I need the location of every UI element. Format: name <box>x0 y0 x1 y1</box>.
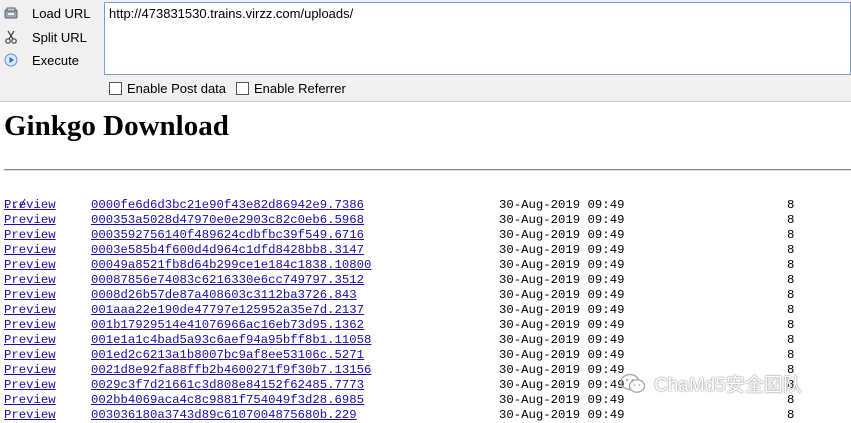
watermark: ChaMd5安全团队 <box>620 370 802 397</box>
preview-link[interactable]: Preview <box>4 303 56 318</box>
file-size: 8 <box>787 303 795 317</box>
file-name-link[interactable]: 0021d8e92fa88ffb2b4600271f9f30b7.13156 <box>91 363 371 378</box>
file-date: 30-Aug-2019 09:49 <box>499 303 625 317</box>
preview-link[interactable]: Preview <box>4 213 56 228</box>
file-date: 30-Aug-2019 09:49 <box>499 243 625 257</box>
enable-referrer-checkbox[interactable] <box>236 82 249 95</box>
execute-icon <box>4 53 18 67</box>
preview-link[interactable]: Preview <box>4 243 56 258</box>
file-name-link[interactable]: 001aaa22e190de47797e125952a35e7d.2137 <box>91 303 364 318</box>
file-name-link[interactable]: 0003592756140f489624cdbfbc39f549.6716 <box>91 228 364 243</box>
file-date: 30-Aug-2019 09:49 <box>499 333 625 347</box>
file-date: 30-Aug-2019 09:49 <box>499 378 625 392</box>
execute-label: Execute <box>32 52 79 68</box>
file-row: Preview 003036180a3743d89c6107004875680b.… <box>4 408 794 423</box>
wechat-icon <box>620 373 646 395</box>
preview-link[interactable]: Preview <box>4 228 56 243</box>
preview-link[interactable]: Preview <box>4 363 56 378</box>
file-size: 8 <box>787 198 795 212</box>
file-row: Preview 002bb4069aca4c8c9881f754049f3d28.… <box>4 393 794 408</box>
file-size: 8 <box>787 243 795 257</box>
preview-link[interactable]: Preview <box>4 273 56 288</box>
file-date: 30-Aug-2019 09:49 <box>499 348 625 362</box>
file-name-link[interactable]: 000353a5028d47970e0e2903c82c0eb6.5968 <box>91 213 364 228</box>
file-row: Preview 001aaa22e190de47797e125952a35e7d.… <box>4 303 794 318</box>
file-name-link[interactable]: 00087856e74083c6216330e6cc749797.3512 <box>91 273 364 288</box>
split-url-label: Split URL <box>32 29 87 45</box>
file-size: 8 <box>787 333 795 347</box>
file-row: Preview 00087856e74083c6216330e6cc749797.… <box>4 273 794 288</box>
file-row: Preview 0003e585b4f600d4d964c1dfd8428bb8.… <box>4 243 794 258</box>
preview-link[interactable]: Preview <box>4 288 56 303</box>
file-row: Preview 0021d8e92fa88ffb2b4600271f9f30b7.… <box>4 363 794 378</box>
file-size: 8 <box>787 213 795 227</box>
preview-link[interactable]: Preview <box>4 348 56 363</box>
preview-link[interactable]: Preview <box>4 333 56 348</box>
preview-link[interactable]: Preview <box>4 378 56 393</box>
preview-link[interactable]: Preview <box>4 318 56 333</box>
file-name-link[interactable]: 0008d26b57de87a408603c3112ba3726.843 <box>91 288 357 303</box>
divider <box>4 169 851 171</box>
hackbar-toolbar: Load URL Split URL Execute http://473831… <box>0 0 851 102</box>
enable-post-checkbox[interactable] <box>109 82 122 95</box>
split-url-button[interactable]: Split URL <box>0 26 100 48</box>
file-name-link[interactable]: 0003e585b4f600d4d964c1dfd8428bb8.3147 <box>91 243 364 258</box>
file-row: Preview 00049a8521fb8d64b299ce1e184c1838.… <box>4 258 794 273</box>
enable-post-option[interactable]: Enable Post data <box>109 81 226 96</box>
file-name-link[interactable]: 002bb4069aca4c8c9881f754049f3d28.6985 <box>91 393 364 408</box>
preview-link[interactable]: Preview <box>4 198 56 213</box>
file-row: Preview 0029c3f7d21661c3d808e84152f62485.… <box>4 378 794 393</box>
file-date: 30-Aug-2019 09:49 <box>499 393 625 407</box>
file-date: 30-Aug-2019 09:49 <box>499 363 625 377</box>
file-size: 8 <box>787 258 795 272</box>
file-date: 30-Aug-2019 09:49 <box>499 408 625 422</box>
split-url-icon <box>4 30 18 44</box>
load-url-button[interactable]: Load URL <box>0 2 100 24</box>
enable-referrer-label: Enable Referrer <box>254 81 346 96</box>
file-listing: ../ Preview 0000fe6d6d3bc21e90f43e82d8694… <box>4 183 794 423</box>
file-size: 8 <box>787 408 795 422</box>
enable-post-label: Enable Post data <box>127 81 227 96</box>
file-name-link[interactable]: 001ed2c6213a1b8007bc9af8ee53106c.5271 <box>91 348 364 363</box>
file-date: 30-Aug-2019 09:49 <box>499 318 625 332</box>
file-name-link[interactable]: 00049a8521fb8d64b299ce1e184c1838.10800 <box>91 258 371 273</box>
file-date: 30-Aug-2019 09:49 <box>499 258 625 272</box>
file-size: 8 <box>787 228 795 242</box>
file-name-link[interactable]: 001b17929514e41076966ac16eb73d95.1362 <box>91 318 364 333</box>
execute-button[interactable]: Execute <box>0 49 100 71</box>
file-row: Preview 0008d26b57de87a408603c3112ba3726.… <box>4 288 794 303</box>
file-row: Preview 001b17929514e41076966ac16eb73d95.… <box>4 318 794 333</box>
parent-dir-row: ../ <box>4 183 34 212</box>
file-date: 30-Aug-2019 09:49 <box>499 228 625 242</box>
file-name-link[interactable]: 0029c3f7d21661c3d808e84152f62485.7773 <box>91 378 364 393</box>
watermark-text: ChaMd5安全团队 <box>654 375 802 396</box>
file-date: 30-Aug-2019 09:49 <box>499 273 625 287</box>
file-rows: Preview 0000fe6d6d3bc21e90f43e82d86942e9.… <box>4 198 794 423</box>
preview-link[interactable]: Preview <box>4 393 56 408</box>
page-title: Ginkgo Download <box>4 110 229 142</box>
file-size: 8 <box>787 273 795 287</box>
file-size: 8 <box>787 288 795 302</box>
file-date: 30-Aug-2019 09:49 <box>499 213 625 227</box>
file-row: Preview 001ed2c6213a1b8007bc9af8ee53106c.… <box>4 348 794 363</box>
preview-link[interactable]: Preview <box>4 408 56 423</box>
file-name-link[interactable]: 001e1a1c4bad5a93c6aef94a95bff8b1.11058 <box>91 333 371 348</box>
enable-referrer-option[interactable]: Enable Referrer <box>236 81 346 96</box>
url-input[interactable]: http://473831530.trains.virzz.com/upload… <box>104 2 851 75</box>
file-name-link[interactable]: 0000fe6d6d3bc21e90f43e82d86942e9.7386 <box>91 198 364 213</box>
file-row: Preview 0000fe6d6d3bc21e90f43e82d86942e9.… <box>4 198 794 213</box>
file-size: 8 <box>787 318 795 332</box>
file-name-link[interactable]: 003036180a3743d89c6107004875680b.229 <box>91 408 357 423</box>
file-size: 8 <box>787 348 795 362</box>
load-url-label: Load URL <box>32 5 91 21</box>
preview-link[interactable]: Preview <box>4 258 56 273</box>
file-date: 30-Aug-2019 09:49 <box>499 288 625 302</box>
file-row: Preview 0003592756140f489624cdbfbc39f549.… <box>4 228 794 243</box>
file-row: Preview 000353a5028d47970e0e2903c82c0eb6.… <box>4 213 794 228</box>
file-row: Preview 001e1a1c4bad5a93c6aef94a95bff8b1.… <box>4 333 794 348</box>
load-url-icon <box>4 6 18 20</box>
file-date: 30-Aug-2019 09:49 <box>499 198 625 212</box>
